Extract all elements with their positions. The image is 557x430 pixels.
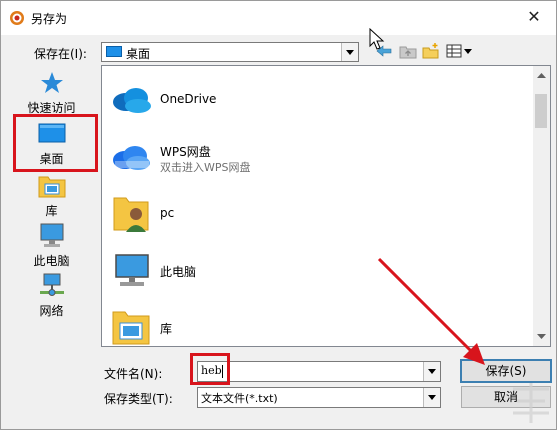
- file-name: 此电脑: [160, 265, 197, 279]
- file-name: WPS网盘: [160, 145, 211, 159]
- place-library[interactable]: 库: [7, 173, 96, 219]
- places-bar: 快速访问 桌面 库 此电脑 网络: [7, 63, 96, 331]
- computer-icon: [115, 254, 149, 286]
- library-icon: [38, 176, 66, 198]
- scroll-down-icon[interactable]: [533, 328, 550, 344]
- list-item-wps-cloud[interactable]: WPS网盘 双击进入WPS网盘: [102, 131, 532, 186]
- close-button[interactable]: ✕: [519, 5, 549, 29]
- title-bar: 另存为 ✕: [1, 1, 556, 35]
- library-folder-icon: [112, 311, 150, 345]
- view-menu-icon[interactable]: [446, 42, 474, 60]
- scroll-up-icon[interactable]: [533, 68, 550, 84]
- filetype-dropdown[interactable]: 文本文件(*.txt): [197, 387, 441, 408]
- place-this-pc[interactable]: 此电脑: [7, 223, 96, 269]
- mouse-cursor-icon: [369, 28, 385, 50]
- chevron-down-icon[interactable]: [341, 43, 358, 61]
- star-icon: [41, 72, 63, 93]
- filetype-value: 文本文件(*.txt): [201, 392, 278, 405]
- onedrive-cloud-icon: [113, 88, 151, 113]
- wps-cloud-icon: [113, 146, 150, 170]
- chevron-down-icon[interactable]: [423, 388, 440, 407]
- user-folder-icon: [113, 197, 149, 232]
- filetype-label: 保存类型(T):: [104, 392, 173, 406]
- place-label: 此电脑: [33, 254, 70, 268]
- list-item-user-pc[interactable]: pc: [102, 188, 532, 243]
- filename-highlight-box: [190, 353, 230, 385]
- place-network[interactable]: 网络: [7, 273, 96, 319]
- file-name: OneDrive: [160, 92, 217, 106]
- file-name: 库: [160, 322, 173, 336]
- file-subtitle: 双击进入WPS网盘: [160, 161, 251, 174]
- network-icon: [40, 273, 64, 296]
- place-quick-access[interactable]: 快速访问: [7, 69, 96, 115]
- file-name: pc: [160, 206, 175, 220]
- filename-label: 文件名(N):: [104, 367, 163, 381]
- up-folder-icon[interactable]: [399, 42, 417, 60]
- save-in-label: 保存在(I):: [34, 47, 87, 61]
- watermark-logo: [513, 383, 549, 423]
- scrollbar-thumb[interactable]: [535, 94, 547, 128]
- list-item-onedrive[interactable]: OneDrive: [102, 74, 532, 129]
- save-in-dropdown[interactable]: 桌面: [101, 42, 359, 62]
- dialog-title: 另存为: [31, 12, 68, 26]
- file-list-scrollbar[interactable]: [533, 65, 551, 347]
- place-label: 网络: [39, 304, 64, 318]
- save-as-dialog: 另存为 ✕ 保存在(I): 桌面 快速访问 桌面 库 此电脑 网络 OneDri…: [0, 0, 557, 430]
- annotation-arrow: [377, 257, 485, 365]
- desktop-highlight-box: [13, 114, 98, 172]
- computer-icon: [40, 223, 64, 247]
- place-label: 库: [45, 204, 58, 218]
- app-icon: [10, 11, 24, 25]
- new-folder-icon[interactable]: [422, 42, 440, 60]
- save-in-value: 桌面: [126, 47, 151, 61]
- desktop-small-icon: [106, 46, 122, 57]
